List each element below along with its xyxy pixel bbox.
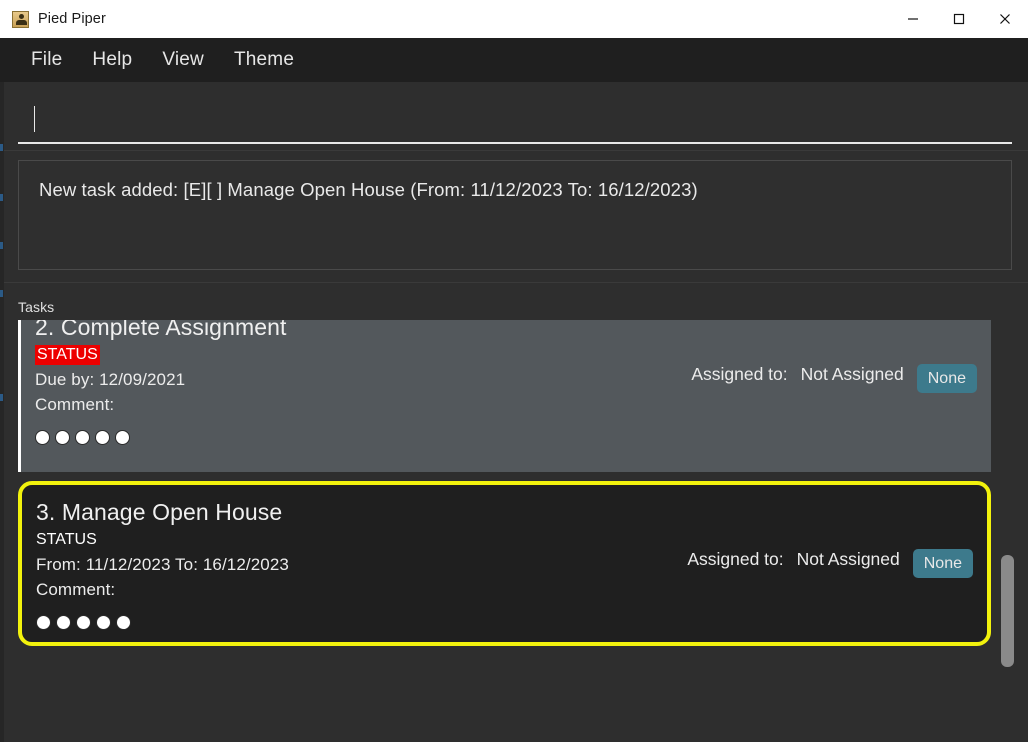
task-card-3-assignment: Assigned to: Not Assigned None bbox=[687, 499, 973, 628]
tasks-section: Tasks 2. Complete Assignment STATUS Due … bbox=[0, 283, 1028, 742]
assigned-to-value: Not Assigned bbox=[800, 364, 904, 384]
task-date-line: Due by: 12/09/2021 bbox=[35, 370, 186, 390]
task-card-2[interactable]: 2. Complete Assignment STATUS Due by: 12… bbox=[18, 320, 991, 472]
rail-tick bbox=[0, 242, 3, 249]
task-card-3-main: 3. Manage Open House STATUS From: 11/12/… bbox=[36, 499, 687, 630]
assigned-to-label: Assigned to: bbox=[687, 549, 784, 569]
task-title: 2. Complete Assignment bbox=[35, 320, 287, 340]
assigned-to-value: Not Assigned bbox=[796, 549, 900, 569]
priority-dot[interactable] bbox=[75, 429, 90, 445]
task-comment-label: Comment: bbox=[36, 580, 116, 600]
priority-dot[interactable] bbox=[35, 429, 50, 445]
task-list-scrollbar[interactable] bbox=[1001, 319, 1014, 669]
task-card-2-assignment: Assigned to: Not Assigned None bbox=[691, 320, 977, 458]
task-priority-dots[interactable] bbox=[36, 614, 687, 630]
priority-dot[interactable] bbox=[56, 614, 71, 630]
assign-button[interactable]: None bbox=[912, 549, 973, 579]
status-badge: STATUS bbox=[36, 531, 97, 549]
scrollbar-thumb[interactable] bbox=[1001, 555, 1014, 667]
priority-dot[interactable] bbox=[95, 429, 110, 445]
priority-dot[interactable] bbox=[115, 429, 130, 445]
priority-dot[interactable] bbox=[55, 429, 70, 445]
assigned-to-label: Assigned to: bbox=[691, 364, 788, 384]
task-card-2-main: 2. Complete Assignment STATUS Due by: 12… bbox=[35, 320, 691, 458]
command-input[interactable] bbox=[18, 96, 1012, 144]
menu-item-theme[interactable]: Theme bbox=[221, 45, 307, 75]
minimize-icon bbox=[906, 12, 920, 26]
window-controls bbox=[890, 0, 1028, 38]
rail-tick bbox=[0, 194, 3, 201]
message-text: New task added: [E][ ] Manage Open House… bbox=[39, 179, 698, 200]
status-badge: STATUS bbox=[35, 345, 100, 366]
menu-bar: File Help View Theme bbox=[0, 38, 1028, 82]
rail-tick bbox=[0, 144, 3, 151]
task-list[interactable]: 2. Complete Assignment STATUS Due by: 12… bbox=[18, 320, 1028, 672]
task-card-3[interactable]: 3. Manage Open House STATUS From: 11/12/… bbox=[18, 481, 991, 646]
task-comment-label: Comment: bbox=[35, 395, 115, 415]
priority-dot[interactable] bbox=[96, 614, 111, 630]
menu-item-help[interactable]: Help bbox=[79, 45, 145, 75]
assign-button[interactable]: None bbox=[916, 364, 977, 394]
close-icon bbox=[998, 12, 1012, 26]
task-title: 3. Manage Open House bbox=[36, 499, 283, 525]
close-button[interactable] bbox=[982, 0, 1028, 38]
message-section: New task added: [E][ ] Manage Open House… bbox=[0, 151, 1028, 270]
priority-dot[interactable] bbox=[116, 614, 131, 630]
text-caret bbox=[34, 106, 35, 132]
command-input-section bbox=[0, 82, 1028, 144]
menu-item-file[interactable]: File bbox=[18, 45, 75, 75]
message-box: New task added: [E][ ] Manage Open House… bbox=[18, 160, 1012, 270]
minimize-button[interactable] bbox=[890, 0, 936, 38]
priority-dot[interactable] bbox=[76, 614, 91, 630]
task-priority-dots[interactable] bbox=[35, 429, 691, 445]
tasks-label: Tasks bbox=[18, 299, 55, 315]
window-title: Pied Piper bbox=[38, 11, 106, 27]
title-bar-left: Pied Piper bbox=[0, 10, 106, 28]
title-bar: Pied Piper bbox=[0, 0, 1028, 38]
task-date-line: From: 11/12/2023 To: 16/12/2023 bbox=[36, 555, 289, 575]
maximize-icon bbox=[952, 12, 966, 26]
menu-item-view[interactable]: View bbox=[149, 45, 217, 75]
priority-dot[interactable] bbox=[36, 614, 51, 630]
app-person-icon bbox=[12, 10, 29, 28]
window-body: New task added: [E][ ] Manage Open House… bbox=[0, 82, 1028, 742]
maximize-button[interactable] bbox=[936, 0, 982, 38]
